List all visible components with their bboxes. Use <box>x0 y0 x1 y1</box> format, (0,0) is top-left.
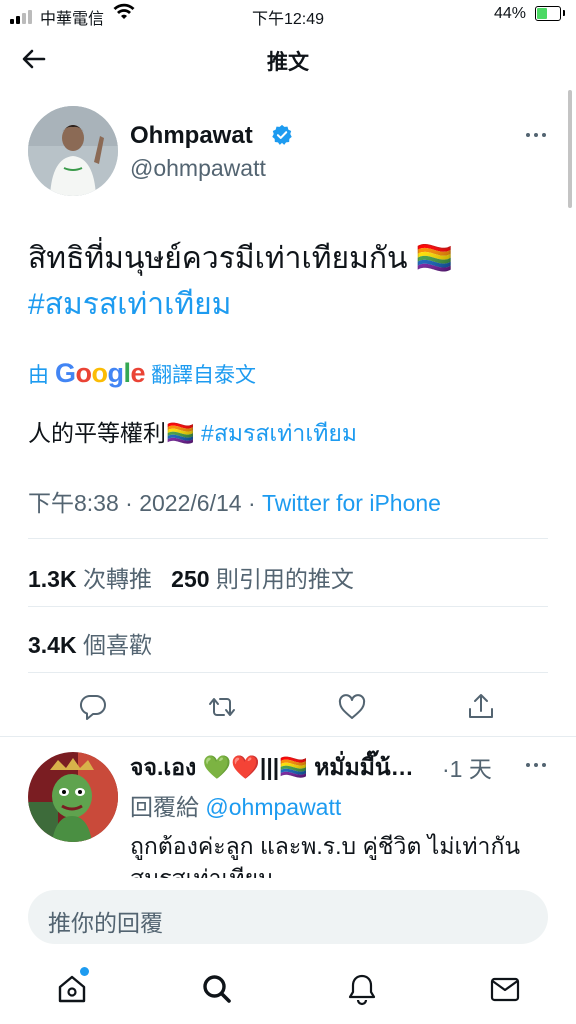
author-handle[interactable]: @ohmpawatt <box>130 155 266 182</box>
reply-more-icon[interactable] <box>524 755 548 775</box>
tweet-time: 下午8:38 <box>28 490 119 516</box>
likes-count: 3.4K <box>28 632 77 658</box>
notifications-icon[interactable] <box>345 972 379 1006</box>
tweet-hashtag[interactable]: #สมรสเท่าเทียม <box>28 282 548 328</box>
author-avatar[interactable] <box>28 106 118 196</box>
reply-text: ถูกต้องค่ะลูก และพ.ร.บ คู่ชีวิต ไม่เท่าก… <box>130 833 521 878</box>
more-icon[interactable] <box>524 125 548 145</box>
reply-author-name[interactable]: จจ.เอง 💚❤️|||🏳️‍🌈 หมั่มมี๊น้… <box>130 750 440 786</box>
reply-to-label: 回覆給 <box>130 794 199 820</box>
tweet-date: 2022/6/14 <box>139 490 242 516</box>
translate-prefix: 由 <box>28 363 49 387</box>
verified-badge-icon <box>272 124 292 145</box>
likes-label: 個喜歡 <box>82 632 152 658</box>
page-title: 推文 <box>267 51 309 74</box>
reply-icon[interactable] <box>78 692 108 722</box>
reply-to-handle[interactable]: @ohmpawatt <box>205 794 341 820</box>
retweets-count: 1.3K <box>28 566 77 592</box>
translated-hashtag[interactable]: #สมรสเท่าเทียม <box>201 420 357 446</box>
reply-to: 回覆給 @ohmpawatt <box>130 788 341 822</box>
retweets-label: 次轉推 <box>82 566 152 592</box>
status-time: 下午12:49 <box>251 11 325 28</box>
quotes-count: 250 <box>171 566 210 592</box>
retweet-stats[interactable]: 1.3K 次轉推 250 則引用的推文 <box>28 560 354 594</box>
google-logo: Google <box>55 358 146 388</box>
translate-suffix: 翻譯自泰文 <box>151 363 257 387</box>
like-icon[interactable] <box>337 692 367 722</box>
author-name[interactable]: Ohmpawat <box>130 122 253 150</box>
messages-icon[interactable] <box>488 972 522 1006</box>
reply-time: ·1 天 <box>442 756 492 782</box>
search-icon[interactable] <box>200 972 234 1006</box>
reply-placeholder: 推你的回覆 <box>48 910 163 936</box>
translated-text: 人的平等權利🏳️‍🌈 #สมรสเท่าเทียม <box>28 414 357 452</box>
tweet-text: สิทธิที่มนุษย์ควรมีเท่าเทียมกัน 🏳️‍🌈 #สม… <box>28 236 548 328</box>
status-bar: 中華電信 下午12:49 44% <box>0 0 576 30</box>
like-stats[interactable]: 3.4K 個喜歡 <box>28 626 152 660</box>
home-notification-dot <box>80 967 89 976</box>
share-icon[interactable] <box>466 692 496 722</box>
translated-body: 人的平等權利🏳️‍🌈 <box>28 420 195 446</box>
divider <box>0 736 576 737</box>
divider <box>28 538 548 539</box>
quotes-label: 則引用的推文 <box>215 566 354 592</box>
translate-attribution[interactable]: 由 Google 翻譯自泰文 <box>28 358 256 389</box>
retweet-icon[interactable] <box>207 692 237 722</box>
tweet-source[interactable]: Twitter for iPhone <box>262 490 441 516</box>
divider <box>28 606 548 607</box>
home-icon[interactable] <box>55 972 89 1006</box>
battery-percent: 44% <box>494 5 527 22</box>
tweet-body: สิทธิที่มนุษย์ควรมีเท่าเทียมกัน 🏳️‍🌈 <box>28 242 454 275</box>
tweet-meta: 下午8:38 · 2022/6/14 · Twitter for iPhone <box>28 490 441 516</box>
reply-author-avatar[interactable] <box>28 752 118 842</box>
battery-icon <box>535 6 565 21</box>
divider <box>28 672 548 673</box>
scrollbar[interactable] <box>568 90 572 208</box>
